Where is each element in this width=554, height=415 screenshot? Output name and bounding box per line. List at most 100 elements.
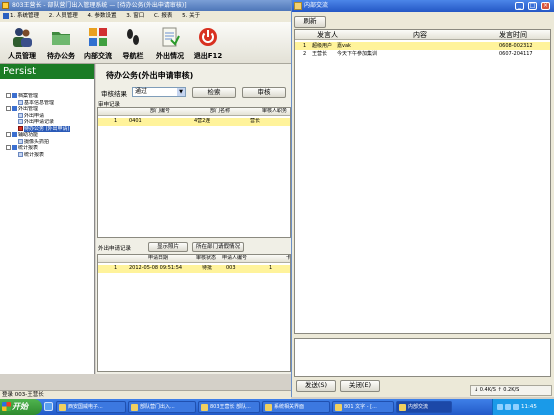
toolbar-exit-label: 退出F12 — [193, 52, 223, 60]
menu-system[interactable]: 1. 系统管理 — [3, 11, 39, 22]
start-button[interactable]: 开始 — [0, 399, 42, 415]
window-title: 803王营长 - 部队营门出入管理系统 — [待办公务(外出申请审核)] — [12, 2, 187, 9]
power-icon — [199, 28, 217, 46]
outing-records-label: 外出申请记录 — [98, 246, 132, 252]
close-icon[interactable]: × — [541, 2, 550, 10]
page-title: 待办公务(外出申请审核) — [106, 71, 194, 80]
app-icon — [131, 404, 138, 411]
chat-window-icon — [294, 2, 302, 10]
expand-toggle-icon[interactable] — [6, 145, 11, 150]
show-photo-button[interactable]: 显示照片 — [148, 242, 188, 252]
taskbar-item[interactable]: 系统相关界面 — [262, 401, 330, 413]
taskbar-item[interactable]: 西安国威电子... — [56, 401, 126, 413]
folder-icon — [12, 106, 17, 111]
quicklaunch-desktop-icon[interactable] — [44, 402, 53, 411]
volume-icon[interactable] — [505, 404, 511, 410]
message-row[interactable]: 2 王营长 今天下午参加集训 0607-204117 — [295, 50, 550, 58]
message-grid: 发言人 内容 发言时间 1 超级用户 嘉vak 0608-002312 2 王营… — [294, 29, 551, 334]
tree-item-label: 外出管理 — [18, 106, 39, 112]
col-dept-no: 部门编号 — [150, 108, 171, 114]
search-button[interactable]: 检索 — [192, 87, 236, 98]
app-icon — [399, 404, 406, 411]
col-status: 审核状态 — [196, 255, 217, 261]
pending-approval-panel: 待办公务(外出申请审核) 审核结果 通过 ▼ 检索 审核 审申记录 部门编号 部… — [96, 64, 292, 374]
approval-result-select[interactable]: 通过 ▼ — [132, 87, 186, 97]
chevron-down-icon[interactable]: ▼ — [177, 88, 185, 96]
app-icon — [201, 404, 208, 411]
send-button[interactable]: 发送(S) — [296, 380, 336, 392]
status-bar: 登录 003-王营长 — [0, 390, 291, 399]
approve-button[interactable]: 审核 — [242, 87, 286, 98]
app-icon — [265, 404, 272, 411]
toolbar-exit-button[interactable]: 退出F12 — [190, 24, 226, 62]
folder-icon — [12, 132, 17, 137]
page-icon — [18, 112, 23, 118]
system-tray: 11:45 — [492, 399, 554, 415]
dept-leave-button[interactable]: 所在部门请假情况 — [192, 242, 244, 252]
toolbar-pending-button[interactable]: 待办公务 — [42, 24, 80, 62]
expand-toggle-icon[interactable] — [6, 93, 11, 98]
clock: 11:45 — [521, 404, 537, 410]
taskbar-item[interactable]: 801 文字 - [... — [332, 401, 394, 413]
taskbar: 开始 西安国威电子... 部队营门出入... 803王营长 部队... 系统相关… — [0, 399, 554, 415]
message-grid-header: 发言人 内容 发言时间 — [295, 30, 550, 40]
col-approver-role: 审核人职务 — [262, 108, 288, 114]
close-button[interactable]: 关闭(E) — [340, 380, 380, 392]
tree-item[interactable]: 统计报表 — [0, 151, 94, 159]
col-time: 发言时间 — [499, 31, 527, 39]
windows-logo-icon — [2, 402, 11, 411]
menu-report[interactable]: C. 报表 — [154, 11, 172, 22]
col-applicant-no: 申请人编号 — [222, 255, 248, 261]
document-icon — [162, 27, 180, 47]
grid-header: 申请日期 审核状态 申请人编号 卡 — [98, 255, 290, 263]
toolbar-pending-label: 待办公务 — [47, 52, 75, 60]
tree-item-label: 待办公务 (外出申请) — [24, 125, 70, 132]
app-logo-icon — [3, 12, 9, 19]
expand-toggle-icon[interactable] — [6, 106, 11, 111]
filter-bar: 审核结果 通过 ▼ 检索 审核 — [96, 85, 292, 99]
tree-item-label: 统计报表 — [24, 151, 45, 158]
app-icon — [59, 404, 66, 411]
maximize-icon[interactable]: □ — [528, 2, 537, 10]
ime-icon[interactable] — [513, 404, 519, 410]
menu-people[interactable]: 2. 人员管理 — [49, 11, 78, 22]
persist-brand: Persist — [0, 64, 94, 79]
message-input[interactable] — [294, 338, 551, 377]
minimize-icon[interactable]: _ — [515, 2, 524, 10]
network-icon[interactable] — [497, 404, 503, 410]
menu-params[interactable]: 4. 参数设置 — [88, 11, 117, 22]
outing-records-grid: 申请日期 审核状态 申请人编号 卡 1 2012-05-08 09:51:54 … — [97, 254, 291, 372]
internal-exchange-window: 内部交流 _ □ × 刷新 发言人 内容 发言时间 1 超级用户 嘉vak 06… — [291, 0, 554, 397]
col-dept-name: 部门名称 — [210, 108, 231, 114]
taskbar-item[interactable]: 部队营门出入... — [128, 401, 196, 413]
navigation-pane: Persist 档案管理 基本信息管理 外出管理 外出申请 外出申请记录 待办公务 (外出… — [0, 64, 95, 374]
expand-toggle-icon[interactable] — [6, 132, 11, 137]
page-icon — [18, 119, 23, 124]
apps-icon — [89, 28, 107, 46]
col-content: 内容 — [413, 31, 427, 39]
tree-item-label: 外出申请 — [24, 112, 45, 119]
approval-records-grid: 部门编号 部门名称 审核人职务 1 0401 4营2连 营长 — [97, 107, 291, 238]
toolbar-outing-button[interactable]: 外出情况 — [151, 24, 189, 62]
tree-item-label: 档案管理 — [18, 93, 39, 99]
tree-item-label: 基本信息管理 — [24, 99, 55, 106]
network-speed-indicator: ↓ 0.4K/S ↑ 0.2K/S — [470, 385, 552, 396]
menu-window[interactable]: 3. 窗口 — [126, 11, 144, 22]
footprints-icon — [127, 29, 139, 45]
toolbar-people-button[interactable]: 人员管理 — [2, 24, 42, 62]
filter-label: 审核结果 — [101, 90, 127, 98]
table-row[interactable]: 1 2012-05-08 09:51:54 待批 003 1 — [98, 265, 290, 273]
folder-icon — [12, 93, 17, 98]
folder-icon — [12, 145, 17, 150]
taskbar-item-active[interactable]: 内部交流 — [396, 401, 452, 413]
table-row[interactable]: 1 0401 4营2连 营长 — [98, 118, 290, 126]
toolbar-exchange-button[interactable]: 内部交流 — [80, 24, 116, 62]
app-icon — [2, 2, 9, 9]
refresh-button[interactable]: 刷新 — [294, 16, 326, 28]
taskbar-item[interactable]: 803王营长 部队... — [198, 401, 260, 413]
menu-about[interactable]: 5. 关于 — [182, 11, 200, 22]
tree-item-label: 统计报表 — [18, 145, 39, 151]
toolbar-nav-button[interactable]: 导航栏 — [117, 24, 149, 62]
pending-task-icon — [18, 125, 23, 131]
message-row[interactable]: 1 超级用户 嘉vak 0608-002312 — [295, 42, 550, 50]
